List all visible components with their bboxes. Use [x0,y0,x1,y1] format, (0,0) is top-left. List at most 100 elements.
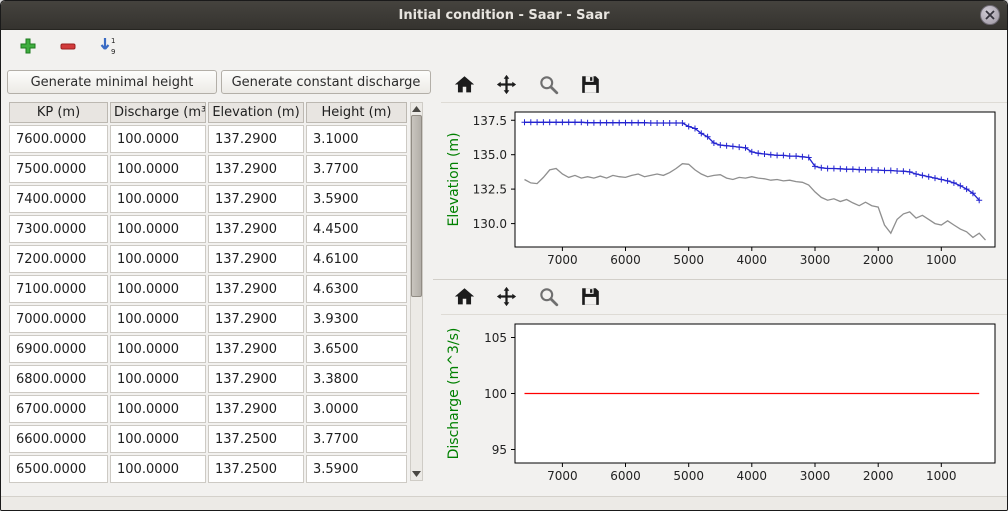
svg-text:105: 105 [484,331,507,345]
pan-icon [496,286,517,310]
svg-text:100: 100 [484,387,507,401]
svg-text:6000: 6000 [610,253,641,267]
table-row: 7000.0000100.0000137.29003.9300 [9,305,407,333]
sort-button[interactable]: 1 9 [95,34,121,60]
home-button[interactable] [451,285,478,311]
table-cell[interactable]: 7600.0000 [9,125,108,153]
table-cell[interactable]: 137.2500 [208,425,304,453]
save-button[interactable] [577,73,604,99]
table-cell[interactable]: 4.6300 [306,275,407,303]
column-header[interactable]: KP (m) [9,102,108,123]
initial-condition-table: KP (m)Discharge (m³/s)Elevation (m)Heigh… [7,100,409,485]
table-cell[interactable]: 6700.0000 [9,395,108,423]
zoom-icon [538,286,559,310]
svg-text:130.0: 130.0 [473,217,507,231]
table-cell[interactable]: 100.0000 [110,185,206,213]
table-cell[interactable]: 100.0000 [110,155,206,183]
table-cell[interactable]: 100.0000 [110,335,206,363]
discharge-toolbar [441,282,1007,315]
table-cell[interactable]: 7100.0000 [9,275,108,303]
home-button[interactable] [451,73,478,99]
generate-buttons-row: Generate minimal height Generate constan… [7,70,431,94]
save-button[interactable] [577,285,604,311]
home-icon [454,74,475,98]
generate-minimal-height-button[interactable]: Generate minimal height [7,70,217,94]
table-cell[interactable]: 100.0000 [110,395,206,423]
table-row: 7100.0000100.0000137.29004.6300 [9,275,407,303]
table-header-row: KP (m)Discharge (m³/s)Elevation (m)Heigh… [9,102,407,123]
table-cell[interactable]: 3.5900 [306,455,407,483]
titlebar[interactable]: Initial condition - Saar - Saar [1,1,1007,30]
add-row-button[interactable] [15,34,41,60]
table-cell[interactable]: 7300.0000 [9,215,108,243]
table-cell[interactable]: 6600.0000 [9,425,108,453]
table-cell[interactable]: 7000.0000 [9,305,108,333]
svg-text:4000: 4000 [737,469,768,483]
column-header[interactable]: Height (m) [306,102,407,123]
table-cell[interactable]: 3.1000 [306,125,407,153]
table-cell[interactable]: 3.6500 [306,335,407,363]
table-body: 7600.0000100.0000137.29003.10007500.0000… [9,125,407,483]
close-button[interactable] [980,5,1000,25]
pan-button[interactable] [493,285,520,311]
svg-text:1000: 1000 [926,469,957,483]
table-cell[interactable]: 137.2900 [208,185,304,213]
pan-button[interactable] [493,73,520,99]
table-cell[interactable]: 3.7700 [306,425,407,453]
table-cell[interactable]: 137.2900 [208,275,304,303]
table-cell[interactable]: 7200.0000 [9,245,108,273]
table-cell[interactable]: 3.0000 [306,395,407,423]
table-cell[interactable]: 3.9300 [306,305,407,333]
elevation-figure-section: 7000600050004000300020001000130.0132.513… [433,70,1007,275]
svg-text:4000: 4000 [737,253,768,267]
table-cell[interactable]: 137.2900 [208,365,304,393]
scroll-up-arrow-icon[interactable] [411,103,422,115]
table-zone: KP (m)Discharge (m³/s)Elevation (m)Heigh… [7,100,431,485]
table-cell[interactable]: 3.7700 [306,155,407,183]
table-cell[interactable]: 137.2900 [208,155,304,183]
table-cell[interactable]: 3.3800 [306,365,407,393]
table-cell[interactable]: 7400.0000 [9,185,108,213]
zoom-button[interactable] [535,285,562,311]
table-row: 7600.0000100.0000137.29003.1000 [9,125,407,153]
table-cell[interactable]: 100.0000 [110,275,206,303]
table-row: 7300.0000100.0000137.29004.4500 [9,215,407,243]
left-panel: Generate minimal height Generate constan… [1,64,433,499]
column-header[interactable]: Discharge (m³/s) [110,102,206,123]
elevation-chart[interactable]: 7000600050004000300020001000130.0132.513… [441,103,1003,275]
discharge-chart[interactable]: 700060005000400030002000100095100105Disc… [441,315,1003,491]
table-cell[interactable]: 6900.0000 [9,335,108,363]
table-cell[interactable]: 4.4500 [306,215,407,243]
scroll-down-arrow-icon[interactable] [411,468,422,480]
table-cell[interactable]: 100.0000 [110,245,206,273]
column-header[interactable]: Elevation (m) [208,102,304,123]
table-scrollbar[interactable] [410,102,423,481]
table-cell[interactable]: 100.0000 [110,365,206,393]
table-cell[interactable]: 137.2900 [208,305,304,333]
table-cell[interactable]: 100.0000 [110,425,206,453]
table-cell[interactable]: 100.0000 [110,215,206,243]
table-cell[interactable]: 137.2900 [208,245,304,273]
table-cell[interactable]: 137.2900 [208,125,304,153]
table-cell[interactable]: 100.0000 [110,125,206,153]
scrollbar-thumb[interactable] [411,115,422,297]
svg-text:Discharge (m^3/s): Discharge (m^3/s) [446,328,462,460]
generate-constant-discharge-button[interactable]: Generate constant discharge [221,70,431,94]
table-cell[interactable]: 6800.0000 [9,365,108,393]
table-cell[interactable]: 137.2500 [208,455,304,483]
window-title: Initial condition - Saar - Saar [398,8,609,23]
table-cell[interactable]: 6500.0000 [9,455,108,483]
table-cell[interactable]: 137.2900 [208,335,304,363]
table-cell[interactable]: 137.2900 [208,215,304,243]
table-cell[interactable]: 137.2900 [208,395,304,423]
table-row: 7400.0000100.0000137.29003.5900 [9,185,407,213]
zoom-button[interactable] [535,73,562,99]
close-icon [985,10,995,20]
table-cell[interactable]: 4.6100 [306,245,407,273]
table-cell[interactable]: 100.0000 [110,455,206,483]
remove-row-button[interactable] [55,34,81,60]
table-cell[interactable]: 100.0000 [110,305,206,333]
table-cell[interactable]: 7500.0000 [9,155,108,183]
table-cell[interactable]: 3.5900 [306,185,407,213]
right-panel: 7000600050004000300020001000130.0132.513… [433,64,1007,499]
